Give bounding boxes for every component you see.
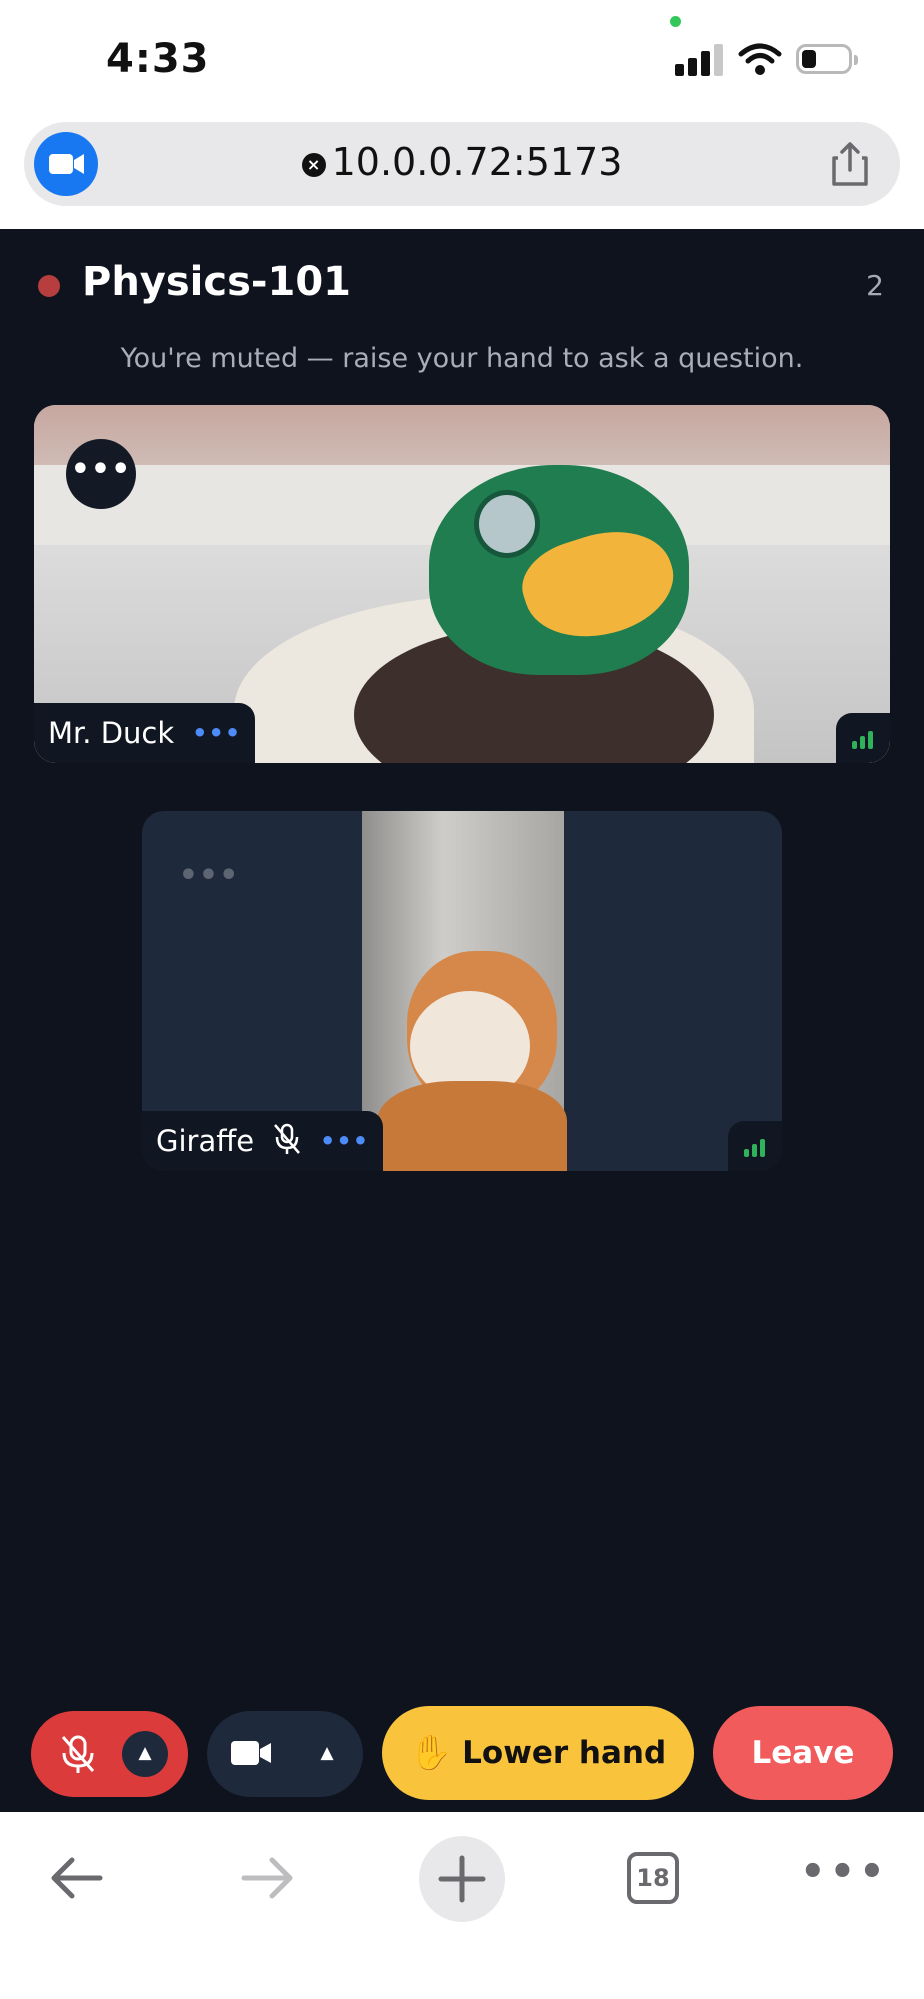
video-tile-giraffe[interactable]: ••• Giraffe •••	[142, 811, 782, 1171]
giraffe-plush-body	[377, 1081, 567, 1171]
tab-switcher-button[interactable]: 18	[627, 1852, 679, 1904]
call-controls: ▲ ▲ ✋ Lower hand Leave	[0, 1697, 924, 1807]
camera-options-caret-icon[interactable]: ▲	[307, 1731, 347, 1777]
participant-name-tag: Giraffe •••	[142, 1111, 384, 1171]
wifi-icon	[738, 42, 782, 80]
forward-arrow-icon[interactable]	[238, 1850, 298, 1910]
participant-more-button[interactable]: •••	[192, 719, 241, 747]
room-title: Physics-101	[82, 259, 352, 305]
connection-quality-icon	[836, 713, 890, 763]
status-bar: 4:33	[0, 0, 924, 120]
mic-muted-icon	[272, 1122, 302, 1160]
tile-options-button[interactable]: •••	[66, 439, 136, 509]
participant-name-tag: Mr. Duck •••	[34, 703, 256, 763]
new-tab-button[interactable]	[419, 1836, 505, 1922]
mic-options-caret-icon[interactable]: ▲	[122, 1731, 168, 1777]
meeting-view: Physics-101 2 You're muted — raise your …	[0, 229, 924, 1812]
plus-icon	[438, 1855, 486, 1903]
leave-button[interactable]: Leave	[713, 1706, 893, 1800]
battery-level	[802, 50, 816, 68]
privacy-indicator-dot	[670, 16, 681, 27]
participant-name: Giraffe	[156, 1124, 255, 1158]
camera-toggle-button[interactable]: ▲	[207, 1711, 363, 1797]
more-menu-button[interactable]: •••	[800, 1852, 885, 1906]
participant-name: Mr. Duck	[48, 716, 175, 750]
camera-icon[interactable]	[229, 1735, 275, 1775]
duck-plush-eye	[474, 490, 540, 558]
lower-hand-label: Lower hand	[462, 1735, 667, 1771]
url-text: 10.0.0.72:5173	[331, 140, 623, 184]
battery-icon	[796, 44, 858, 74]
back-arrow-icon[interactable]	[46, 1850, 106, 1910]
video-tile-mr-duck[interactable]: ••• Mr. Duck •••	[34, 405, 890, 763]
participant-more-button[interactable]: •••	[320, 1127, 369, 1155]
mic-off-icon[interactable]	[55, 1731, 101, 1781]
url-display[interactable]: × 10.0.0.72:5173	[24, 140, 900, 184]
recording-dot-icon	[38, 275, 60, 297]
connection-quality-icon	[728, 1121, 782, 1171]
status-time: 4:33	[106, 36, 210, 82]
mic-toggle-button[interactable]: ▲	[31, 1711, 188, 1797]
tile-options-button[interactable]: •••	[174, 845, 244, 915]
address-bar[interactable]: × 10.0.0.72:5173	[24, 122, 900, 206]
muted-message: You're muted — raise your hand to ask a …	[120, 343, 804, 374]
browser-toolbar: 18 •••	[0, 1812, 924, 1999]
participant-count[interactable]: 2	[866, 269, 884, 302]
cellular-signal-icon	[675, 44, 723, 76]
lower-hand-button[interactable]: ✋ Lower hand	[382, 1706, 694, 1800]
close-circle-icon[interactable]: ×	[301, 153, 326, 177]
raised-hand-icon: ✋	[409, 1733, 453, 1773]
share-icon[interactable]	[830, 140, 870, 192]
screen: 4:33 × 10.0.0.72:5173 Physics-101 2 You'…	[0, 0, 924, 1999]
